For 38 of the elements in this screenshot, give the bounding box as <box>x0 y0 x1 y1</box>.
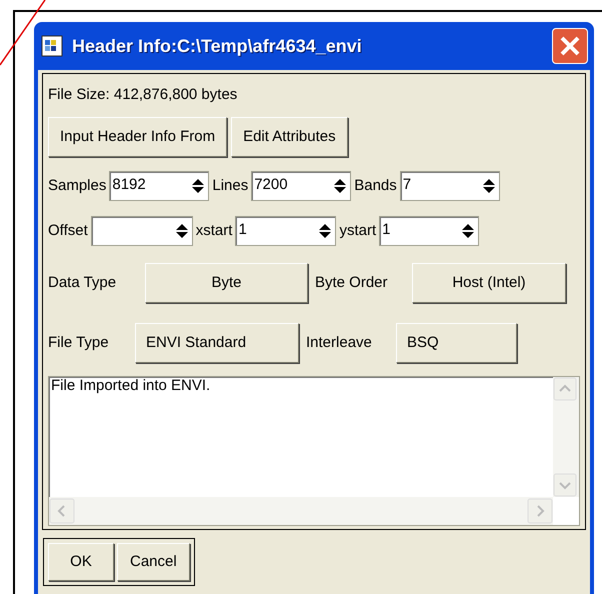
dialog-button[interactable]: Cancel <box>117 543 190 581</box>
field-label: Byte Order <box>315 272 389 293</box>
spin-arrows-icon[interactable] <box>191 178 206 194</box>
log-text-area[interactable]: File Imported into ENVI. <box>48 376 580 526</box>
field-label: Bands <box>354 176 398 196</box>
spin-field[interactable]: 1 <box>235 216 336 246</box>
field-label: Interleave <box>306 332 373 353</box>
spin-arrows-icon[interactable] <box>333 178 348 194</box>
spin-arrows-icon[interactable] <box>461 223 476 239</box>
spin-arrows-icon[interactable] <box>174 223 189 239</box>
field-label: ystart <box>339 220 378 241</box>
dropdown-button[interactable]: Byte <box>145 263 308 303</box>
close-icon <box>559 35 581 57</box>
header-action-button[interactable]: Edit Attributes <box>231 117 348 157</box>
dropdown-button[interactable]: Host (Intel) <box>412 263 566 303</box>
field-label: Data Type <box>48 272 118 293</box>
spin-field[interactable]: 7 <box>400 171 500 201</box>
log-text: File Imported into ENVI. <box>50 377 212 395</box>
spin-arrows-icon[interactable] <box>318 223 332 239</box>
annotation-line <box>0 0 46 66</box>
dialog-button[interactable]: OK <box>48 543 114 581</box>
spin-arrows-icon[interactable] <box>482 178 496 194</box>
window-title: Header Info:C:\Temp\afr4634_envi <box>72 34 362 58</box>
field-label: Lines <box>212 176 250 196</box>
spin-field[interactable]: 7200 <box>251 171 352 201</box>
header-action-button[interactable]: Input Header Info From <box>48 117 228 157</box>
spin-field[interactable] <box>90 216 193 246</box>
spin-field[interactable]: 1 <box>379 216 480 246</box>
close-button[interactable] <box>552 28 588 64</box>
spin-field[interactable]: 8192 <box>109 171 210 201</box>
dropdown-button[interactable]: BSQ <box>396 323 517 363</box>
dropdown-button[interactable]: ENVI Standard <box>135 323 299 363</box>
field-label: Offset <box>48 220 89 241</box>
field-label: File Type <box>48 332 110 353</box>
file-size-text: File Size: 412,876,800 bytes <box>48 86 238 104</box>
field-label: Samples <box>48 176 108 196</box>
field-label: xstart <box>196 220 234 241</box>
app-icon <box>40 34 64 58</box>
